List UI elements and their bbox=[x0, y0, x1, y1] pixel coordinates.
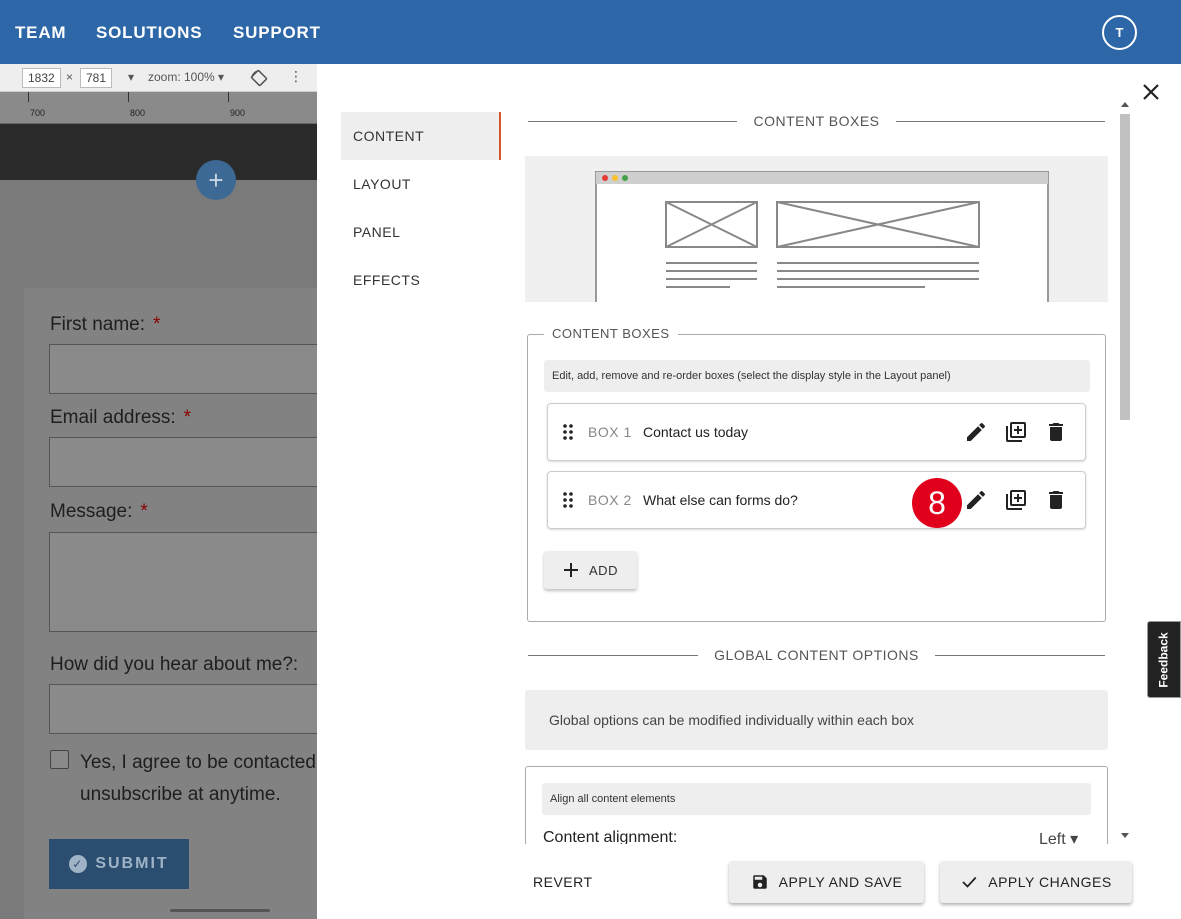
agree-text-2: unsubscribe at anytime. bbox=[80, 784, 281, 805]
duplicate-icon[interactable] bbox=[1004, 420, 1028, 444]
close-icon[interactable] bbox=[1139, 80, 1163, 104]
page-editor-background: 1832 × 781 ▾ zoom: 100% ▾ ⋮ 700 800 900 … bbox=[0, 64, 317, 919]
content-boxes-hint: Edit, add, remove and re-order boxes (se… bbox=[544, 360, 1090, 392]
layout-preview-image bbox=[525, 156, 1108, 302]
layout-preview-illustration bbox=[595, 171, 1049, 302]
box-title: What else can forms do? bbox=[643, 492, 798, 508]
dialog-scrollbar[interactable] bbox=[1117, 96, 1133, 844]
duplicate-icon[interactable] bbox=[1004, 488, 1028, 512]
check-circle-icon: ✓ bbox=[69, 855, 88, 873]
delete-icon[interactable] bbox=[1044, 488, 1068, 512]
ruler-label: 700 bbox=[30, 108, 46, 118]
add-section-icon[interactable]: + bbox=[196, 160, 236, 200]
scroll-down-icon[interactable] bbox=[1120, 832, 1130, 840]
tab-layout[interactable]: LAYOUT bbox=[341, 160, 501, 208]
content-box-row[interactable]: BOX 1 Contact us today bbox=[547, 403, 1086, 461]
submit-button[interactable]: ✓ SUBMIT bbox=[49, 839, 189, 889]
user-avatar[interactable]: T bbox=[1102, 15, 1137, 50]
zoom-select[interactable]: zoom: 100% ▾ bbox=[148, 70, 224, 84]
hear-input[interactable] bbox=[49, 684, 317, 734]
hear-label: How did you hear about me?: bbox=[50, 654, 299, 675]
edit-icon[interactable] bbox=[964, 420, 988, 444]
nav-team[interactable]: TEAM bbox=[15, 23, 66, 43]
section-heading-content-boxes: CONTENT BOXES bbox=[528, 111, 1106, 131]
ruler: 700 800 900 bbox=[0, 92, 317, 124]
global-options-note: Global options can be modified individua… bbox=[525, 690, 1108, 750]
tab-effects[interactable]: EFFECTS bbox=[341, 256, 501, 304]
apply-and-save-button[interactable]: APPLY AND SAVE bbox=[729, 861, 924, 903]
edit-icon[interactable] bbox=[964, 488, 988, 512]
content-box-row[interactable]: BOX 2 What else can forms do? 8 bbox=[547, 471, 1086, 529]
page-scrollbar[interactable] bbox=[170, 909, 270, 912]
alignment-hint: Align all content elements bbox=[542, 783, 1091, 815]
box-number: BOX 2 bbox=[588, 492, 632, 508]
top-nav: TEAM SOLUTIONS SUPPORT T bbox=[0, 0, 1181, 64]
drag-handle-icon[interactable] bbox=[562, 491, 574, 509]
step-badge: 8 bbox=[912, 478, 962, 528]
add-box-button[interactable]: ADD bbox=[544, 551, 637, 589]
agree-checkbox[interactable] bbox=[50, 750, 69, 769]
feedback-tab[interactable]: Feedback bbox=[1147, 621, 1181, 698]
rotate-icon[interactable] bbox=[250, 69, 268, 87]
times-sign: × bbox=[66, 70, 74, 84]
save-icon bbox=[752, 875, 767, 889]
nav-solutions[interactable]: SOLUTIONS bbox=[96, 23, 202, 43]
ruler-label: 800 bbox=[130, 108, 146, 118]
message-input[interactable] bbox=[49, 532, 317, 632]
email-label: Email address: * bbox=[50, 407, 192, 428]
tab-panel[interactable]: PANEL bbox=[341, 208, 501, 256]
content-settings-dialog: CONTENT LAYOUT PANEL EFFECTS CONTENT BOX… bbox=[317, 64, 1181, 919]
box-number: BOX 1 bbox=[588, 424, 632, 440]
device-toolbar: 1832 × 781 ▾ zoom: 100% ▾ ⋮ bbox=[0, 64, 317, 92]
apply-changes-button[interactable]: APPLY CHANGES bbox=[940, 861, 1132, 903]
message-label: Message: * bbox=[50, 501, 148, 522]
height-input[interactable]: 781 bbox=[80, 68, 113, 88]
fieldset-legend: CONTENT BOXES bbox=[544, 326, 678, 341]
plus-icon bbox=[564, 563, 579, 577]
caret-down-icon[interactable]: ▾ bbox=[128, 70, 134, 84]
first-name-input[interactable] bbox=[49, 344, 317, 394]
revert-button[interactable]: REVERT bbox=[533, 874, 593, 890]
email-input[interactable] bbox=[49, 437, 317, 487]
agree-text: Yes, I agree to be contacted bbox=[80, 752, 316, 773]
header-band bbox=[0, 124, 317, 180]
more-vert-icon[interactable]: ⋮ bbox=[289, 68, 303, 85]
scroll-up-icon[interactable] bbox=[1120, 100, 1130, 108]
delete-icon[interactable] bbox=[1044, 420, 1068, 444]
check-icon bbox=[962, 876, 977, 888]
scroll-thumb[interactable] bbox=[1120, 114, 1130, 420]
box-title: Contact us today bbox=[643, 424, 749, 440]
drag-handle-icon[interactable] bbox=[562, 423, 574, 441]
section-heading-global-options: GLOBAL CONTENT OPTIONS bbox=[528, 645, 1106, 665]
width-input[interactable]: 1832 bbox=[22, 68, 61, 88]
content-boxes-fieldset: CONTENT BOXES Edit, add, remove and re-o… bbox=[527, 326, 1106, 622]
tab-content[interactable]: CONTENT bbox=[341, 112, 501, 160]
first-name-label: First name: * bbox=[50, 314, 161, 335]
ruler-label: 900 bbox=[230, 108, 246, 118]
nav-support[interactable]: SUPPORT bbox=[233, 23, 321, 43]
